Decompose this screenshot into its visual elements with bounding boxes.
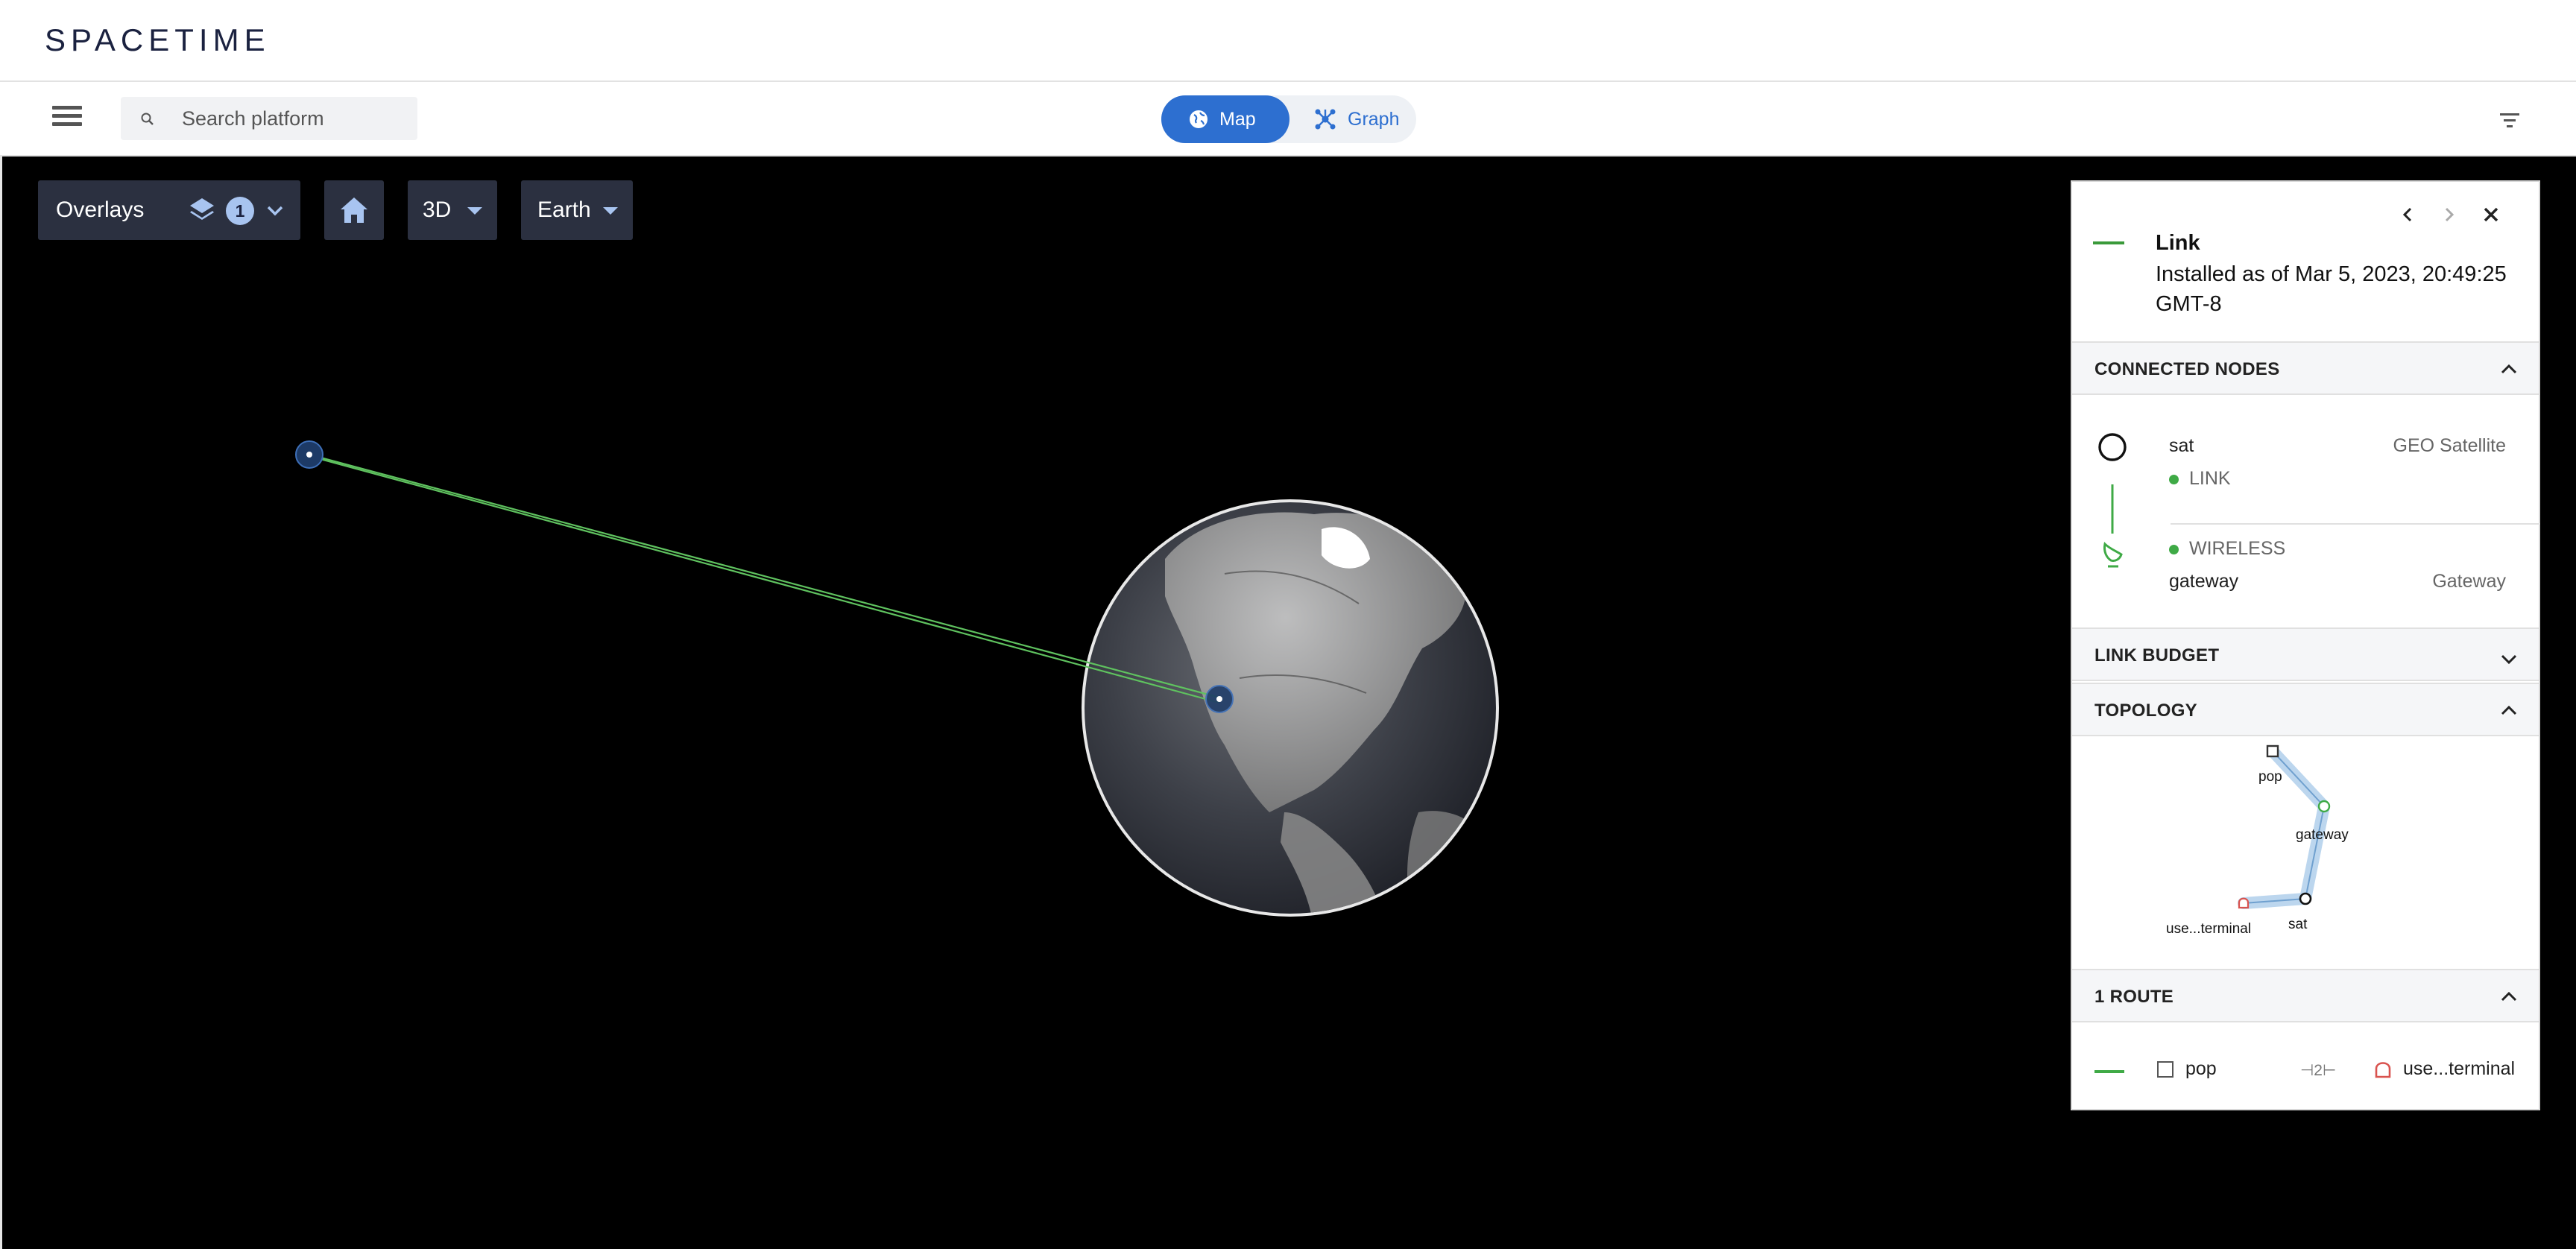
gateway-dish-icon bbox=[2103, 541, 2123, 568]
globe-icon bbox=[1190, 110, 1208, 128]
caret-down-icon bbox=[467, 207, 482, 215]
connected-nodes-header[interactable]: CONNECTED NODES bbox=[2072, 341, 2539, 395]
body-label: Earth bbox=[537, 197, 591, 222]
terminal-node-icon bbox=[2375, 1062, 2391, 1078]
link-budget-header[interactable]: LINK BUDGET bbox=[2072, 627, 2539, 681]
link-line[interactable] bbox=[309, 453, 1220, 704]
panel-title: Link bbox=[2156, 231, 2200, 255]
search-input[interactable] bbox=[182, 97, 405, 140]
earth-globe[interactable] bbox=[1082, 499, 1500, 932]
graph-view-button[interactable]: Graph bbox=[1295, 95, 1415, 143]
map-view-button[interactable]: Map bbox=[1161, 95, 1289, 143]
chevron-right-icon[interactable] bbox=[2434, 200, 2464, 230]
sat-node-marker[interactable] bbox=[295, 440, 323, 469]
caret-down-icon bbox=[603, 207, 618, 215]
panel-subtitle: Installed as of Mar 5, 2023, 20:49:25 GM… bbox=[2156, 262, 2507, 316]
chevron-left-icon[interactable] bbox=[2393, 200, 2422, 230]
layers-icon bbox=[190, 198, 214, 220]
search-box[interactable] bbox=[121, 97, 417, 140]
route-line-icon bbox=[2094, 1070, 2124, 1073]
topology-header[interactable]: TOPOLOGY bbox=[2072, 683, 2539, 736]
chevron-up-icon bbox=[2501, 364, 2517, 374]
topology-label-pop: pop bbox=[2258, 769, 2282, 785]
node-a-type: GEO Satellite bbox=[2393, 435, 2506, 456]
route-hops: ⊣2⊢ bbox=[2300, 1062, 2337, 1079]
topology-label: TOPOLOGY bbox=[2094, 701, 2197, 721]
chevron-up-icon bbox=[2501, 705, 2517, 715]
pop-node-icon bbox=[2157, 1061, 2174, 1078]
terminal-node-icon bbox=[2238, 897, 2250, 909]
link-line-icon bbox=[2093, 241, 2124, 244]
route-hops-count: 2 bbox=[2314, 1062, 2323, 1079]
view-toggle: Map Graph bbox=[1161, 95, 1416, 143]
route-from: pop bbox=[2185, 1058, 2217, 1079]
gateway-node-marker[interactable] bbox=[1205, 685, 1234, 713]
details-panel: Link Installed as of Mar 5, 2023, 20:49:… bbox=[2071, 180, 2540, 1110]
overlays-dropdown[interactable]: Overlays 1 bbox=[38, 180, 300, 240]
overlays-count-badge: 1 bbox=[226, 197, 254, 225]
node-a-interface: LINK bbox=[2169, 468, 2231, 490]
body-dropdown[interactable]: Earth bbox=[521, 180, 633, 240]
node-b-name[interactable]: gateway bbox=[2169, 571, 2238, 592]
brand-bar: SPACETIME bbox=[0, 0, 2576, 82]
node-b-interface: WIRELESS bbox=[2169, 538, 2285, 560]
node-b-type: Gateway bbox=[2432, 571, 2506, 592]
graph-network-icon bbox=[1315, 109, 1336, 130]
connection-diagram bbox=[2098, 433, 2127, 568]
chevron-down-icon bbox=[2501, 654, 2517, 665]
topology-label-gateway: gateway bbox=[2296, 827, 2349, 843]
hamburger-menu-icon[interactable] bbox=[52, 106, 82, 133]
divider bbox=[2171, 523, 2540, 525]
map-view-label: Map bbox=[1219, 108, 1256, 130]
node-b-interface-label: WIRELESS bbox=[2189, 538, 2286, 559]
search-icon bbox=[141, 113, 154, 125]
chevron-up-icon bbox=[2501, 991, 2517, 1002]
pop-node-icon bbox=[2266, 744, 2279, 758]
satellite-node-icon bbox=[2098, 433, 2127, 461]
sat-node-icon bbox=[2299, 892, 2312, 905]
home-icon bbox=[341, 197, 367, 223]
link-budget-label: LINK BUDGET bbox=[2094, 645, 2220, 665]
filter-icon[interactable] bbox=[2498, 110, 2521, 130]
view-mode-label: 3D bbox=[423, 197, 452, 222]
routes-header[interactable]: 1 ROUTE bbox=[2072, 969, 2539, 1022]
gateway-node-icon bbox=[2317, 800, 2331, 813]
toolbar: Map Graph bbox=[0, 83, 2576, 156]
topology-label-sat: sat bbox=[2288, 917, 2308, 932]
brand-logo: SPACETIME bbox=[45, 22, 271, 57]
connected-nodes-label: CONNECTED NODES bbox=[2094, 359, 2280, 379]
home-button[interactable] bbox=[324, 180, 384, 240]
node-a-interface-label: LINK bbox=[2189, 468, 2231, 489]
status-dot bbox=[2169, 474, 2179, 484]
route-to: use...terminal bbox=[2403, 1058, 2516, 1079]
view-mode-dropdown[interactable]: 3D bbox=[408, 180, 497, 240]
overlays-label: Overlays bbox=[56, 197, 145, 222]
status-dot bbox=[2169, 544, 2179, 554]
close-icon[interactable] bbox=[2476, 200, 2506, 230]
node-a-name[interactable]: sat bbox=[2169, 435, 2194, 457]
route-row[interactable]: pop ⊣2⊢ use...terminal bbox=[2072, 1022, 2539, 1109]
graph-view-label: Graph bbox=[1348, 108, 1400, 130]
topology-label-terminal: use...terminal bbox=[2166, 921, 2252, 937]
chevron-down-icon bbox=[267, 206, 283, 216]
routes-label: 1 ROUTE bbox=[2094, 987, 2174, 1007]
